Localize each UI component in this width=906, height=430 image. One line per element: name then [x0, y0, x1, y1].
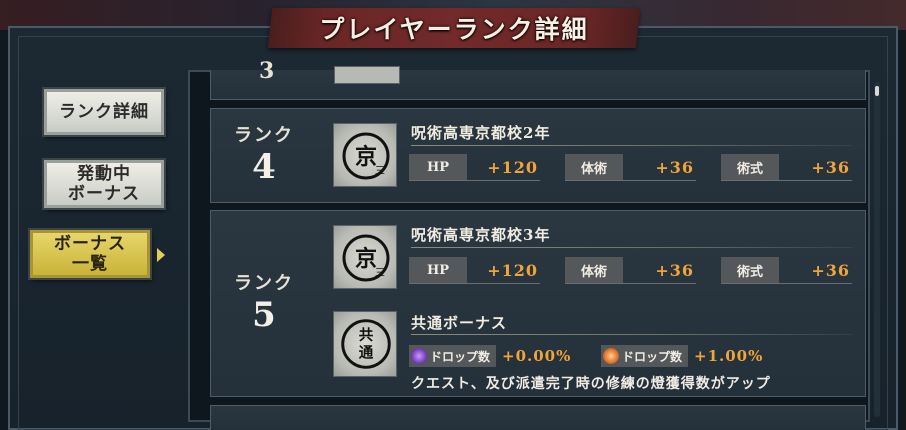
sidebar-item-label: ランク詳細	[59, 102, 149, 122]
stat-label: HP	[409, 257, 467, 283]
stat-taijutsu: 体術 +36	[565, 154, 696, 181]
drop-bonus-chip-2: ドロップ数 +1.00%	[601, 344, 763, 368]
chip-value: +0.00%	[502, 347, 572, 365]
scrollbar[interactable]	[874, 82, 880, 417]
sidebar-item-active-bonus[interactable]: 発動中 ボーナス	[44, 160, 164, 208]
svg-text:三: 三	[375, 268, 385, 279]
stat-hp: HP +120	[409, 257, 540, 284]
title-divider	[411, 247, 853, 248]
svg-text:共: 共	[359, 327, 374, 344]
rank-number: 4	[252, 147, 276, 187]
stat-value: +120	[487, 157, 538, 177]
sidebar-item-bonus-list[interactable]: ボーナス 一覧	[30, 230, 150, 278]
rank-label: ランク	[234, 273, 294, 294]
stat-label: 体術	[565, 154, 623, 180]
rank-label: ランク	[234, 125, 294, 146]
kyoto-school-emblem-icon: 京 三	[333, 225, 397, 289]
stat-jutsushiki: 術式 +36	[721, 154, 852, 181]
sidebar-item-label: 発動中 ボーナス	[68, 164, 140, 204]
stat-label: 術式	[721, 154, 779, 180]
chip-label-text: ドロップ数	[430, 349, 491, 364]
sidebar-item-rank-detail[interactable]: ランク詳細	[44, 89, 164, 135]
stat-label: HP	[409, 154, 467, 180]
chip-label: ドロップ数	[601, 345, 689, 367]
svg-text:通: 通	[359, 345, 374, 362]
title-divider	[411, 334, 853, 335]
stat-value: +120	[487, 260, 538, 280]
common-bonus-emblem-icon: 共 通	[333, 311, 397, 377]
rank-card-previous: 3	[210, 58, 866, 100]
title-divider	[411, 145, 853, 146]
svg-text:三: 三	[375, 166, 385, 177]
sidebar-item-label: ボーナス 一覧	[54, 234, 126, 274]
common-bonus-description: クエスト、及び派遣完了時の修練の燈獲得数がアップ	[411, 376, 771, 392]
stat-label: 体術	[565, 257, 623, 283]
purple-orb-icon	[411, 348, 427, 364]
emblem-partial	[334, 66, 400, 84]
stat-value: +36	[655, 157, 694, 177]
rank-card-4: ランク 4 京 三 呪術高専京都校2年 HP +120 体術 +36 術式 +3…	[210, 108, 866, 203]
common-bonus-title: 共通ボーナス	[411, 314, 508, 332]
stat-taijutsu: 体術 +36	[565, 257, 696, 284]
kyoto-school-emblem-icon: 京 三	[333, 123, 397, 187]
stat-label: 術式	[721, 257, 779, 283]
stat-value: +36	[811, 157, 850, 177]
svg-text:京: 京	[355, 246, 377, 272]
rank-number-partial: 3	[259, 58, 275, 84]
drop-bonus-chip-1: ドロップ数 +0.00%	[409, 344, 571, 368]
stat-jutsushiki: 術式 +36	[721, 257, 852, 284]
page-title: プレイヤーランク詳細	[319, 15, 589, 44]
rank-title: 呪術高専京都校2年	[411, 124, 551, 142]
orange-orb-icon	[603, 348, 619, 364]
chip-value: +1.00%	[694, 347, 764, 365]
rank-title: 呪術高専京都校3年	[411, 226, 551, 244]
rank-card-next	[210, 405, 866, 430]
stat-value: +36	[811, 260, 850, 280]
scrollbar-thumb[interactable]	[875, 86, 879, 96]
rank-number: 5	[252, 295, 276, 335]
chip-label-text: ドロップ数	[622, 349, 683, 364]
stat-hp: HP +120	[409, 154, 540, 181]
chip-label: ドロップ数	[409, 345, 497, 367]
rank-card-5: ランク 5 京 三 呪術高専京都校3年 HP +120 体術 +36 術式 +3…	[210, 210, 866, 397]
svg-text:京: 京	[355, 144, 377, 170]
stat-value: +36	[655, 260, 694, 280]
selected-arrow-icon	[157, 248, 165, 262]
